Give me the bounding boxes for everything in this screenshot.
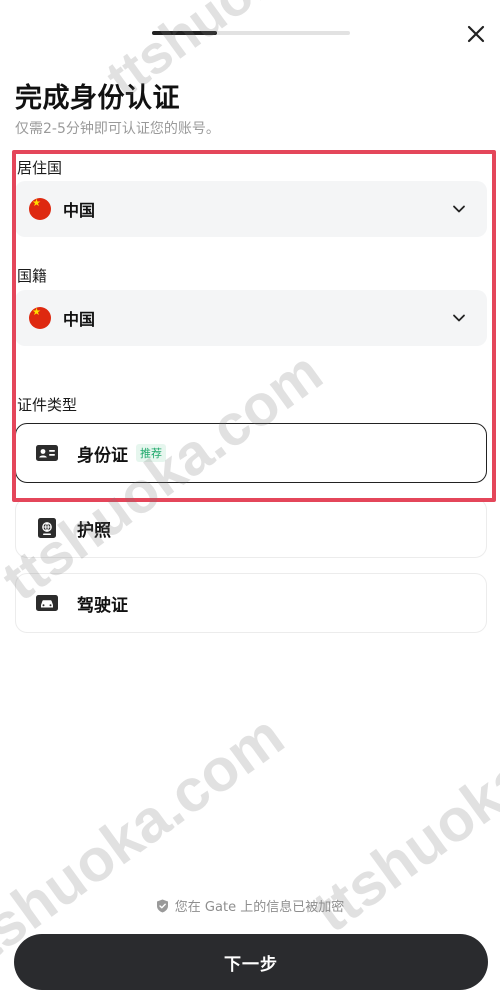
step-progress-bar [152, 31, 350, 35]
page-title: 完成身份认证 [15, 83, 180, 114]
document-option-label: 护照 [77, 520, 111, 541]
chevron-down-icon [453, 314, 465, 322]
driver-license-icon [36, 595, 58, 611]
id-card-icon [36, 445, 58, 461]
nationality-select[interactable]: ★ 中国 [15, 290, 487, 346]
step-progress-fill [152, 31, 218, 35]
close-button[interactable] [462, 20, 490, 48]
residence-label: 居住国 [17, 159, 63, 177]
passport-icon [38, 518, 56, 538]
residence-select[interactable]: ★ 中国 [15, 181, 487, 237]
chevron-down-icon [453, 205, 465, 213]
residence-value: 中国 [63, 201, 96, 220]
security-note: 您在 Gate 上的信息已被加密 [0, 896, 500, 915]
shield-check-icon [156, 899, 168, 912]
nationality-label: 国籍 [17, 267, 48, 285]
next-step-button[interactable]: 下一步 [14, 934, 488, 990]
security-note-text: 您在 Gate 上的信息已被加密 [174, 900, 345, 915]
flag-china-icon: ★ [29, 307, 51, 329]
document-option-driver-license[interactable]: 驾驶证 [15, 573, 487, 633]
flag-china-icon: ★ [29, 198, 51, 220]
document-option-label: 驾驶证 [77, 595, 128, 616]
document-type-label: 证件类型 [17, 396, 78, 414]
document-option-label: 身份证 [77, 445, 128, 466]
document-option-passport[interactable]: 护照 [15, 498, 487, 558]
nationality-value: 中国 [63, 310, 96, 329]
document-option-id-card[interactable]: 身份证 推荐 [15, 423, 487, 483]
recommended-badge: 推荐 [136, 444, 166, 462]
close-icon [467, 25, 485, 43]
page-subtitle: 仅需2-5分钟即可认证您的账号。 [15, 121, 220, 137]
